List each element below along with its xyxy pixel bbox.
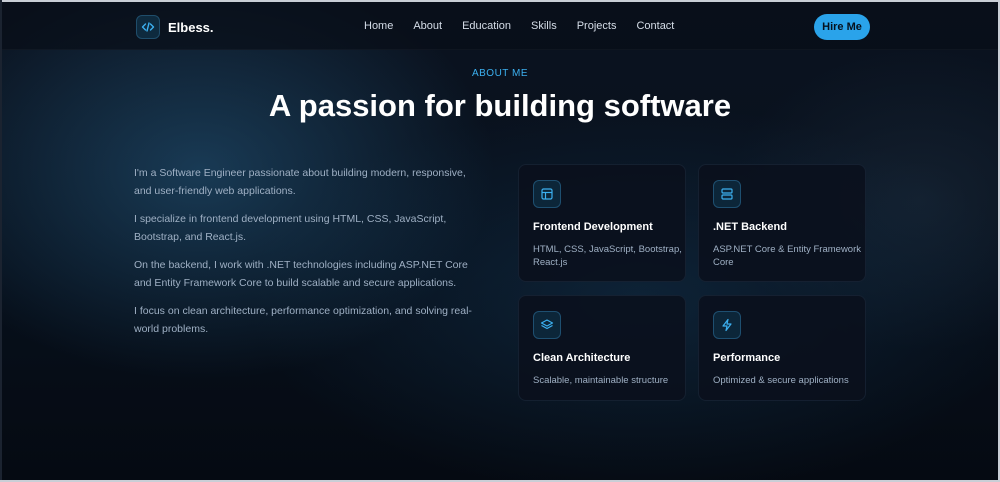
skill-card-frontend: Frontend Development HTML, CSS, JavaScri…: [518, 164, 686, 282]
about-paragraph: I specialize in frontend development usi…: [134, 213, 447, 243]
site-header: Elbess. Home About Education Skills Proj…: [2, 2, 998, 50]
brand-logo[interactable]: Elbess.: [136, 15, 214, 39]
bolt-icon: [713, 311, 741, 339]
skill-card-performance: Performance Optimized & secure applicati…: [698, 295, 866, 401]
skill-card-architecture: Clean Architecture Scalable, maintainabl…: [518, 295, 686, 401]
skill-card-backend: .NET Backend ASP.NET Core & Entity Frame…: [698, 164, 866, 282]
about-paragraph: I focus on clean architecture, performan…: [134, 305, 472, 335]
card-title: .NET Backend: [713, 221, 787, 233]
layers-icon: [533, 311, 561, 339]
hire-me-button[interactable]: Hire Me: [814, 14, 870, 40]
brand-name: Elbess.: [168, 19, 214, 35]
card-title: Performance: [713, 352, 781, 364]
nav-education[interactable]: Education: [462, 20, 511, 32]
card-title: Frontend Development: [533, 221, 653, 233]
section-title: A passion for building software: [268, 88, 732, 123]
section-eyebrow: ABOUT ME: [471, 68, 529, 79]
code-icon: [136, 15, 160, 39]
nav-about[interactable]: About: [413, 20, 442, 32]
nav-contact[interactable]: Contact: [636, 20, 674, 32]
server-icon: [713, 180, 741, 208]
card-description: HTML, CSS, JavaScript, Bootstrap, React.…: [533, 244, 682, 268]
main-nav: Home About Education Skills Projects Con…: [364, 20, 694, 32]
nav-home[interactable]: Home: [364, 20, 393, 32]
card-title: Clean Architecture: [533, 352, 631, 364]
nav-projects[interactable]: Projects: [577, 20, 617, 32]
card-description: ASP.NET Core & Entity Framework Core: [713, 244, 862, 268]
card-description: Optimized & secure applications: [713, 375, 849, 386]
about-paragraph: On the backend, I work with .NET technol…: [134, 259, 468, 289]
nav-skills[interactable]: Skills: [531, 20, 557, 32]
about-text: I'm a Software Engineer passionate about…: [134, 164, 484, 348]
about-paragraph: I'm a Software Engineer passionate about…: [134, 167, 466, 197]
card-description: Scalable, maintainable structure: [533, 375, 669, 386]
layout-icon: [533, 180, 561, 208]
